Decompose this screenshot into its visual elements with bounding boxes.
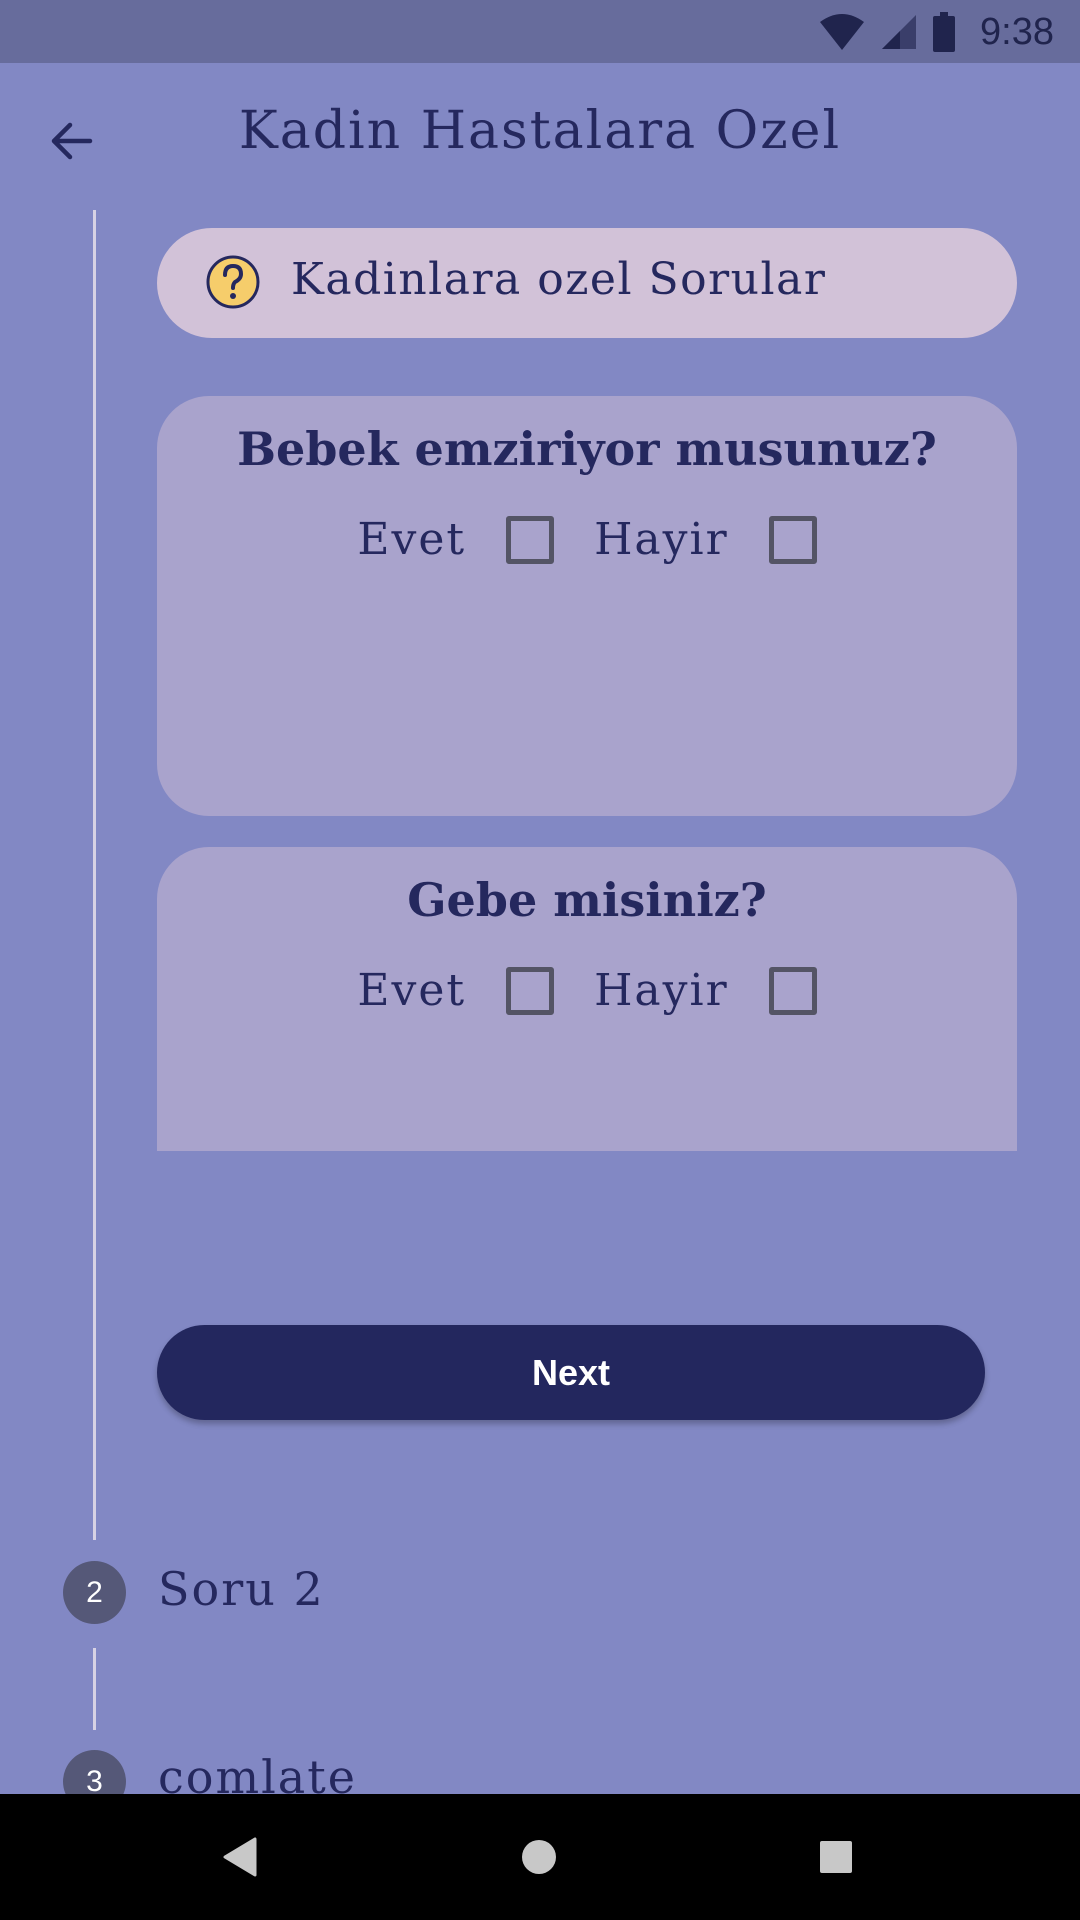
question-card: Bebek emziriyor musunuz? Evet Hayir [157, 396, 1017, 816]
no-checkbox[interactable] [768, 515, 817, 564]
cell-signal-icon [882, 15, 917, 49]
option-label-yes: Evet [357, 965, 467, 1016]
stepper-connector-line [93, 210, 96, 1540]
step-number-badge: 2 [63, 1561, 126, 1624]
step-label[interactable]: Soru 2 [158, 1562, 325, 1616]
yes-checkbox[interactable] [506, 966, 555, 1015]
nav-back-button[interactable] [208, 1824, 274, 1890]
question-text: Bebek emziriyor musunuz? [237, 422, 937, 476]
option-label-no: Hayir [594, 965, 729, 1016]
page-title: Kadin Hastalara Ozel [238, 101, 842, 161]
home-circle-icon [522, 1840, 556, 1874]
status-bar: 9:38 [0, 0, 1080, 63]
nav-recents-button[interactable] [803, 1824, 869, 1890]
app-bar: Kadin Hastalara Ozel [0, 63, 1080, 209]
step-header-label: Kadinlara ozel Sorular [291, 254, 827, 305]
navigation-bar [0, 1794, 1080, 1920]
status-icons: 9:38 [818, 8, 1054, 56]
nav-home-button[interactable] [506, 1824, 572, 1890]
back-triangle-icon [223, 1837, 257, 1877]
step-header[interactable]: Kadinlara ozel Sorular [157, 228, 1017, 338]
status-time: 9:38 [980, 10, 1054, 53]
question-card: Gebe misiniz? Evet Hayir [157, 847, 1017, 1151]
question-text: Gebe misiniz? [407, 873, 767, 927]
recents-square-icon [820, 1841, 852, 1873]
next-button[interactable]: Next [157, 1325, 985, 1420]
answer-options: Evet Hayir [157, 514, 1017, 565]
answer-options: Evet Hayir [157, 965, 1017, 1016]
option-label-yes: Evet [357, 514, 467, 565]
no-checkbox[interactable] [768, 966, 817, 1015]
yes-checkbox[interactable] [506, 515, 555, 564]
stepper-connector-line [93, 1648, 96, 1730]
wifi-icon [820, 14, 865, 50]
help-circle-icon [206, 255, 260, 309]
battery-icon [933, 12, 956, 52]
option-label-no: Hayir [594, 514, 729, 565]
